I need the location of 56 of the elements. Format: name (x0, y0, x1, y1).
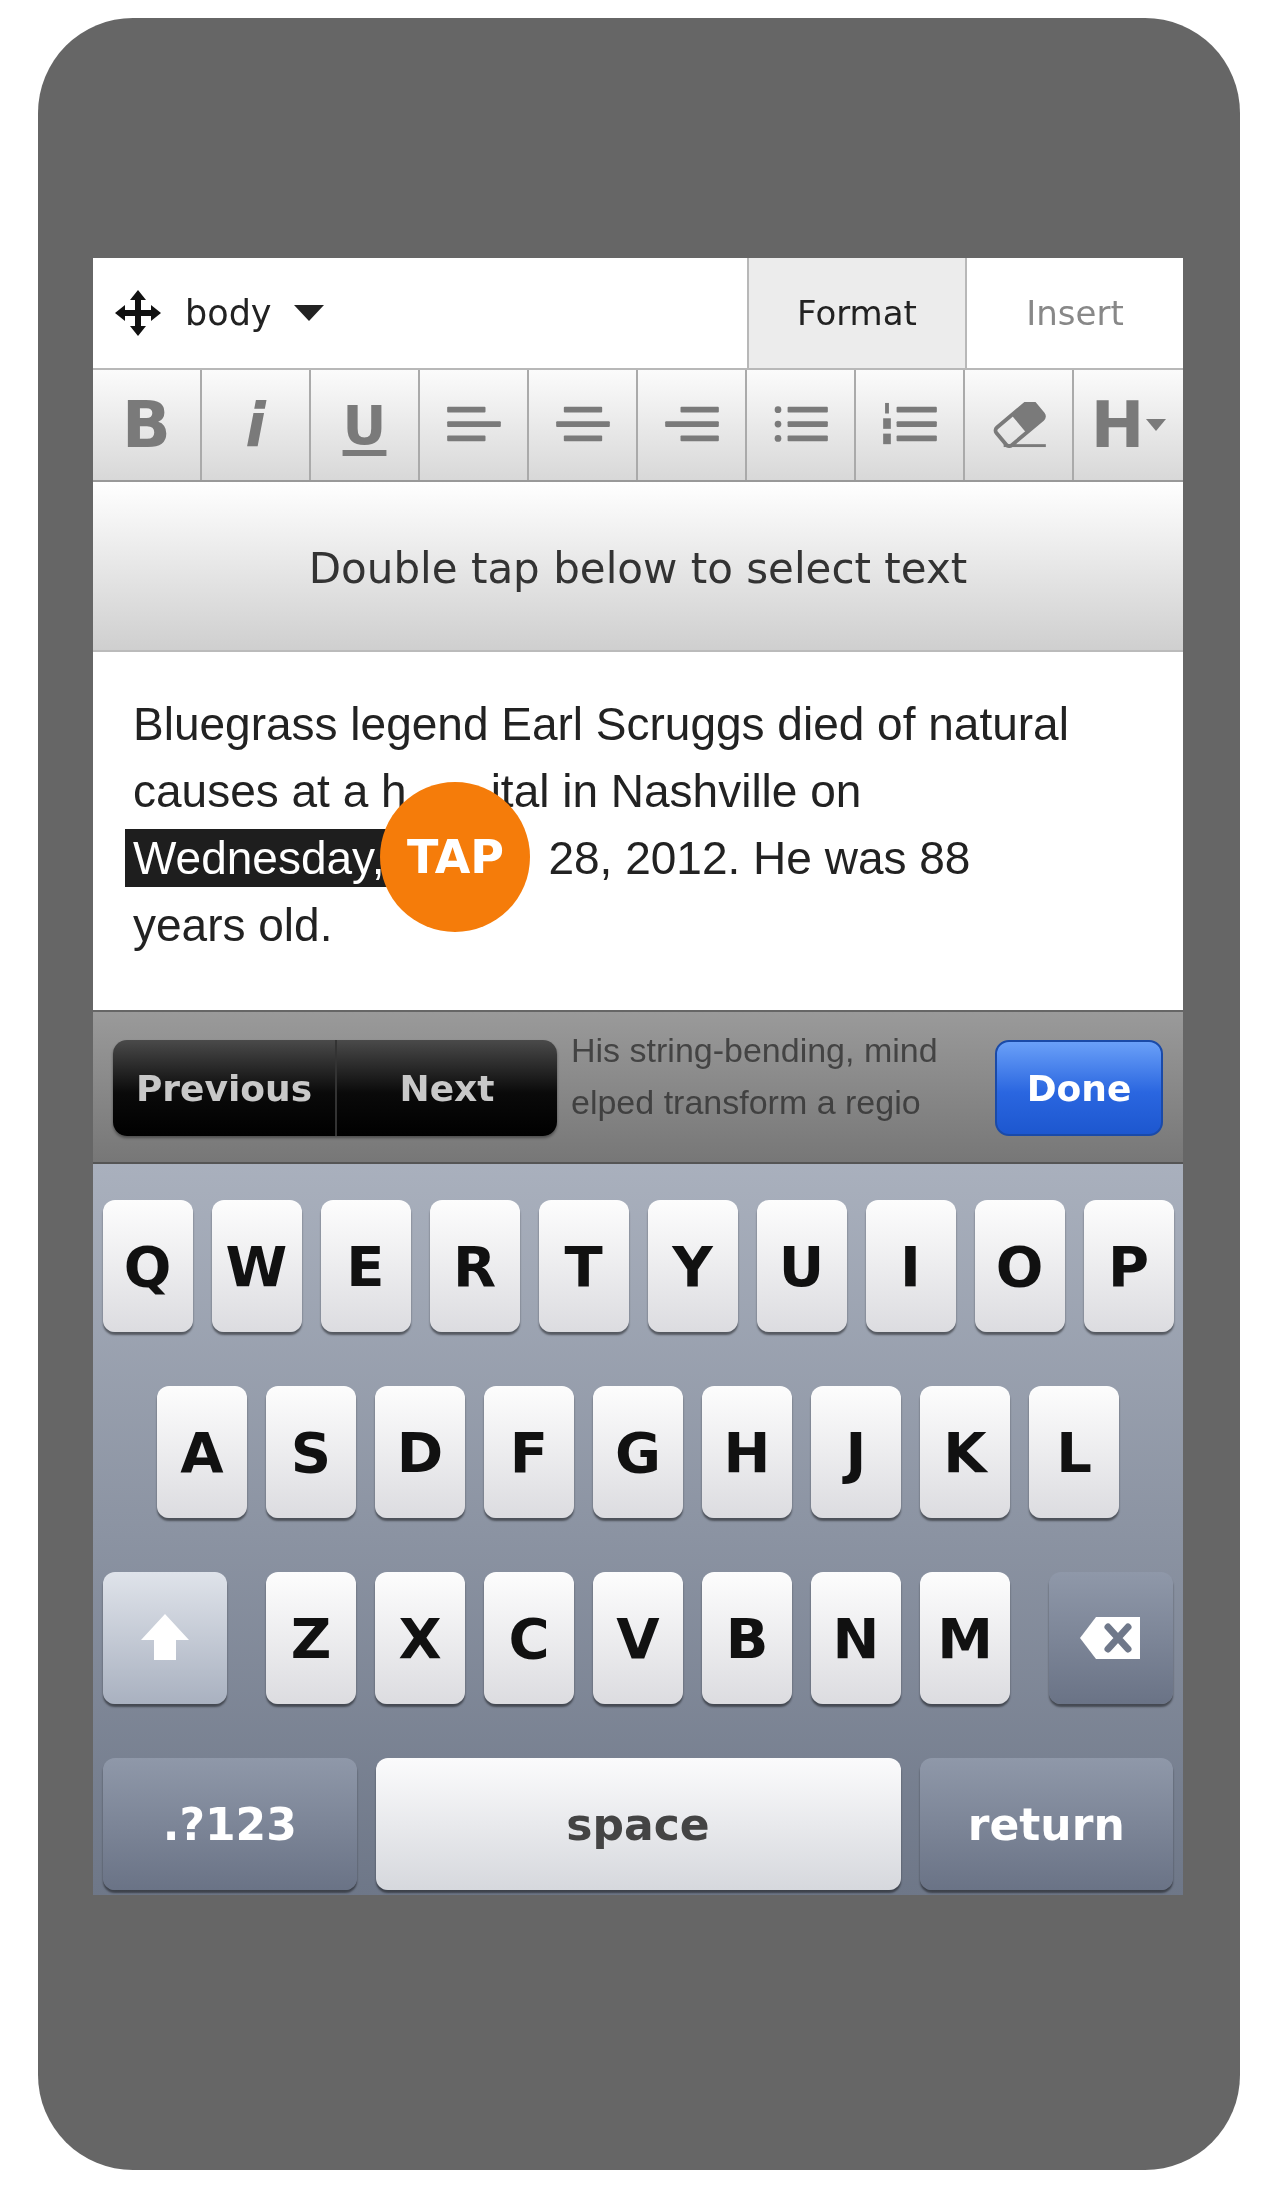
italic-button[interactable]: i (202, 370, 311, 480)
paragraph-text: causes at a h (133, 763, 407, 818)
key[interactable]: F (484, 1386, 574, 1518)
shift-key[interactable] (103, 1572, 227, 1704)
faded-text: His string-bending, mind (571, 1030, 938, 1071)
block-format-dropdown[interactable]: body (93, 258, 747, 368)
key[interactable]: L (1029, 1386, 1119, 1518)
key[interactable]: T (538, 1200, 629, 1332)
eraser-button[interactable] (965, 370, 1074, 480)
align-left-button[interactable] (420, 370, 529, 480)
bullet-list-button[interactable] (747, 370, 856, 480)
banner-text: Double tap below to select text (308, 542, 968, 593)
key[interactable]: A (157, 1386, 247, 1518)
key[interactable]: M (920, 1572, 1010, 1704)
done-button[interactable]: Done (995, 1040, 1163, 1136)
align-center-button[interactable] (529, 370, 638, 480)
nav-button[interactable]: Previous (113, 1040, 335, 1136)
key[interactable]: N (811, 1572, 901, 1704)
numbered-list-button[interactable] (856, 370, 965, 480)
return-key[interactable]: return (919, 1758, 1173, 1890)
paragraph-text: Bluegrass legend Earl Scruggs died of natural (133, 696, 1069, 751)
nav-button[interactable]: Next (335, 1040, 557, 1136)
underline-button[interactable]: U (311, 370, 420, 480)
caret-icon (293, 305, 324, 321)
backspace-key[interactable] (1049, 1572, 1173, 1704)
key[interactable]: H (702, 1386, 792, 1518)
key[interactable]: Q (102, 1200, 193, 1332)
bold-button[interactable]: B (93, 370, 202, 480)
key[interactable]: S (266, 1386, 356, 1518)
key[interactable]: E (320, 1200, 411, 1332)
key[interactable]: O (974, 1200, 1065, 1332)
key[interactable]: P (1083, 1200, 1174, 1332)
heading-button[interactable]: H (1074, 370, 1183, 480)
key[interactable]: G (593, 1386, 683, 1518)
key[interactable]: V (593, 1572, 683, 1704)
key[interactable]: X (375, 1572, 465, 1704)
paragraph-text: years old. (133, 897, 333, 952)
paragraph-text: 28, 2012. He was 88 (548, 830, 971, 885)
faded-text: elped transform a regio (571, 1082, 922, 1123)
key[interactable]: K (920, 1386, 1010, 1518)
key[interactable]: J (811, 1386, 901, 1518)
caret-icon (1146, 419, 1167, 431)
space-key[interactable]: space (375, 1758, 901, 1890)
move-icon (113, 288, 163, 338)
key[interactable]: C (484, 1572, 574, 1704)
align-right-button[interactable] (638, 370, 747, 480)
key[interactable]: W (211, 1200, 302, 1332)
key[interactable]: R (429, 1200, 520, 1332)
key[interactable]: D (375, 1386, 465, 1518)
tab[interactable]: Format (747, 258, 965, 368)
key[interactable]: I (865, 1200, 956, 1332)
key[interactable]: Y (647, 1200, 738, 1332)
key[interactable]: Z (266, 1572, 356, 1704)
numbers-key[interactable]: .?123 (103, 1758, 357, 1890)
key[interactable]: B (702, 1572, 792, 1704)
key[interactable]: U (756, 1200, 847, 1332)
